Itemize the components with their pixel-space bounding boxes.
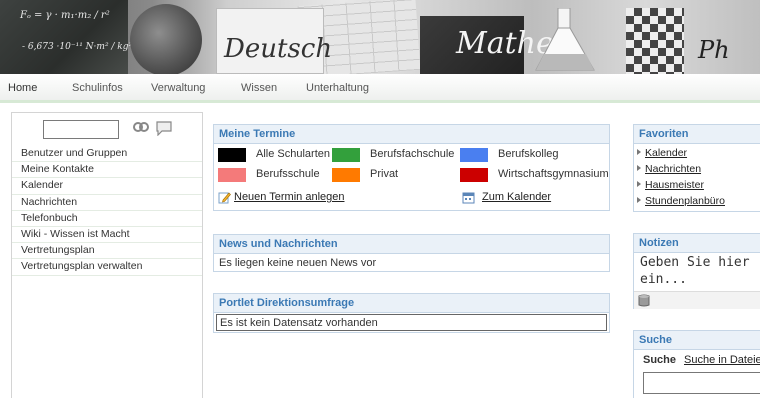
legend-swatch-privat (332, 168, 360, 182)
termine-portlet: Meine Termine Alle Schularten Berufsfach… (213, 124, 610, 211)
nav-wissen[interactable]: Wissen (241, 82, 277, 94)
sidebar-item-nachrichten[interactable]: Nachrichten (12, 195, 202, 211)
chat-icon[interactable] (155, 120, 173, 136)
umfrage-message: Es ist kein Datensatz vorhanden (216, 314, 607, 331)
banner-formula-constant: - 6,673 ·10⁻¹¹ N·m² / kg² (22, 42, 133, 52)
nav-unterhaltung[interactable]: Unterhaltung (306, 82, 369, 94)
news-portlet: News und Nachrichten Es liegen keine neu… (213, 234, 610, 272)
search-tab-dateien[interactable]: Suche in Dateien (684, 354, 760, 366)
news-title: News und Nachrichten (214, 235, 609, 254)
to-calendar-link[interactable]: Zum Kalender (482, 191, 551, 203)
header-banner: Fₒ = γ · m₁·m₂ / r² - 6,673 ·10⁻¹¹ N·m² … (0, 0, 760, 74)
sidebar-item-telefonbuch[interactable]: Telefonbuch (12, 211, 202, 227)
favorite-item-hausmeister[interactable]: Hausmeister (637, 179, 704, 191)
favorite-item-nachrichten[interactable]: Nachrichten (637, 163, 701, 175)
legend-label-wirtschaftsgymnasium: Wirtschaftsgymnasium (498, 168, 609, 180)
triangle-right-icon (637, 181, 641, 187)
sidebar-item-vertretungsplan[interactable]: Vertretungsplan (12, 243, 202, 260)
nav-home[interactable]: Home (8, 82, 37, 94)
suche-portlet: Suche Suche Suche in Dateien (633, 330, 760, 398)
legend-swatch-alle-schularten (218, 148, 246, 162)
termine-title: Meine Termine (214, 125, 609, 144)
triangle-right-icon (637, 165, 641, 171)
banner-formula: Fₒ = γ · m₁·m₂ / r² (20, 10, 110, 21)
sidebar-search-input[interactable] (43, 120, 119, 139)
legend-swatch-berufskolleg (460, 148, 488, 162)
notes-textarea[interactable]: Geben Sie hier ein... (634, 253, 760, 309)
banner-ph-label: Ph (698, 36, 730, 64)
favorite-item-stundenplanbuero[interactable]: Stundenplanbüro (637, 195, 725, 207)
notizen-title: Notizen (634, 234, 760, 253)
main-navigation: Home Schulinfos Verwaltung Wissen Unterh… (0, 74, 760, 103)
search-icon[interactable] (132, 120, 150, 136)
flask-icon (535, 8, 595, 71)
legend-label-berufskolleg: Berufskolleg (498, 148, 559, 160)
nav-schulinfos[interactable]: Schulinfos (72, 82, 123, 94)
sidebar-item-meine-kontakte[interactable]: Meine Kontakte (12, 162, 202, 179)
news-message: Es liegen keine neuen News vor (219, 257, 377, 269)
legend-label-alle-schularten: Alle Schularten (256, 148, 330, 160)
sidebar: Benutzer und Gruppen Meine Kontakte Kale… (11, 112, 203, 398)
favoriten-title: Favoriten (634, 125, 760, 144)
legend-swatch-berufsschule (218, 168, 246, 182)
nav-verwaltung[interactable]: Verwaltung (151, 82, 205, 94)
legend-swatch-wirtschaftsgymnasium (460, 168, 488, 182)
sidebar-menu: Benutzer und Gruppen Meine Kontakte Kale… (12, 146, 202, 276)
chalkboard-image: Fₒ = γ · m₁·m₂ / r² - 6,673 ·10⁻¹¹ N·m² … (0, 0, 132, 74)
triangle-right-icon (637, 197, 641, 203)
favoriten-portlet: Favoriten Kalender Nachrichten Hausmeist… (633, 124, 760, 212)
sidebar-item-kalender[interactable]: Kalender (12, 178, 202, 195)
legend-label-berufsfachschule: Berufsfachschule (370, 148, 455, 160)
save-disk-icon[interactable] (638, 294, 650, 307)
search-input[interactable] (643, 372, 760, 394)
notes-toolbar (634, 291, 760, 309)
sidebar-item-benutzer-gruppen[interactable]: Benutzer und Gruppen (12, 146, 202, 163)
notizen-portlet: Notizen Geben Sie hier ein... (633, 233, 760, 309)
legend-label-privat: Privat (370, 168, 399, 180)
globe-image (130, 4, 202, 74)
search-tab-suche[interactable]: Suche (643, 354, 676, 366)
new-appointment-link[interactable]: Neuen Termin anlegen (234, 191, 344, 203)
umfrage-portlet: Portlet Direktionsumfrage Es ist kein Da… (213, 293, 610, 333)
calendar-icon (462, 192, 475, 204)
suche-title: Suche (634, 331, 760, 350)
chess-book-image (626, 8, 684, 74)
notes-placeholder-line-1: Geben Sie hier (640, 255, 750, 270)
notes-placeholder-line-2: ein... (640, 272, 687, 287)
sidebar-item-vertretungsplan-verwalten[interactable]: Vertretungsplan verwalten (12, 259, 202, 276)
pencil-edit-icon (218, 192, 231, 204)
favorite-item-kalender[interactable]: Kalender (637, 147, 687, 159)
banner-deutsch-label: Deutsch (224, 34, 333, 64)
sidebar-item-wiki[interactable]: Wiki - Wissen ist Macht (12, 227, 202, 244)
triangle-right-icon (637, 149, 641, 155)
legend-swatch-berufsfachschule (332, 148, 360, 162)
umfrage-title: Portlet Direktionsumfrage (214, 294, 609, 313)
legend-label-berufsschule: Berufsschule (256, 168, 320, 180)
